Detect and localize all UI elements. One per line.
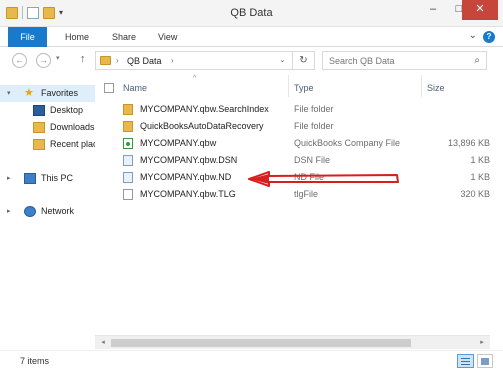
sidebar-item-downloads[interactable]: Downloads [0,119,95,136]
scroll-left-icon[interactable]: ◂ [97,337,109,349]
search-box[interactable]: ⌕ [322,51,487,70]
file-type: QuickBooks Company File [294,138,401,148]
file-size: 320 KB [460,189,490,199]
computer-icon [24,173,36,184]
breadcrumb-separator-icon[interactable]: › [171,56,174,65]
recent-locations-dropdown-icon[interactable]: ▾ [56,54,60,62]
vertical-scroll-area [490,75,503,335]
file-size: 13,896 KB [447,138,490,148]
file-size: 1 KB [470,172,490,182]
folder-icon [123,121,133,132]
large-icons-view-icon[interactable] [477,354,493,368]
sidebar-item-label: Network [41,206,75,216]
column-header-label: Name [123,83,148,93]
back-button[interactable]: ← [12,53,27,68]
up-button[interactable]: ↑ [80,53,86,65]
expand-chevron-icon[interactable]: ▸ [7,203,11,220]
column-divider[interactable] [421,75,422,97]
scrollbar-thumb[interactable] [111,339,411,347]
column-header-type[interactable]: Type [294,78,314,98]
sidebar-item-recent-places[interactable]: Recent places [0,136,95,153]
file-type: tlgFile [294,189,319,199]
sidebar-item-network[interactable]: ▸ Network [0,203,95,220]
address-history-dropdown-icon[interactable]: ⌄ [273,51,293,70]
expand-chevron-icon[interactable]: ▾ [7,85,11,102]
breadcrumb-qb-data[interactable]: QB Data [127,56,162,66]
file-list: Name ^ Type Size MYCOMPANY.qbw.SearchInd… [95,75,490,335]
file-type: ND File [294,172,325,182]
search-input[interactable] [323,52,463,69]
breadcrumb-separator-icon[interactable]: › [116,56,119,65]
star-icon: ★ [24,87,34,99]
select-all-checkbox[interactable] [104,83,114,93]
table-row[interactable]: MYCOMPANY.qbw QuickBooks Company File 13… [95,135,490,152]
search-icon[interactable]: ⌕ [474,55,480,66]
address-bar[interactable]: › QB Data › [95,51,293,70]
file-name: QuickBooksAutoDataRecovery [140,121,264,131]
sort-ascending-icon: ^ [193,75,197,82]
table-row[interactable]: MYCOMPANY.qbw.DSN DSN File 1 KB [95,152,490,169]
file-name: MYCOMPANY.qbw [140,138,217,148]
file-type: File folder [294,104,334,114]
ribbon: File Home Share View ⌄ ? [0,27,503,47]
tab-view[interactable]: View [158,30,177,44]
table-row[interactable]: MYCOMPANY.qbw.SearchIndex File folder [95,101,490,118]
table-row[interactable]: QuickBooksAutoDataRecovery File folder [95,118,490,135]
column-header-name[interactable]: Name [123,78,147,98]
table-row[interactable]: MYCOMPANY.qbw.ND ND File 1 KB [95,169,490,186]
column-divider[interactable] [288,75,289,97]
minimize-button[interactable]: – [420,0,446,20]
quickbooks-file-icon [123,138,133,149]
sidebar-item-label: This PC [41,173,74,183]
forward-button[interactable]: → [36,53,51,68]
horizontal-scrollbar[interactable]: ◂ ▸ [95,335,490,349]
file-size: 1 KB [470,155,490,165]
scroll-right-icon[interactable]: ▸ [476,337,488,349]
expand-ribbon-chevron-icon[interactable]: ⌄ [469,30,477,41]
status-bar: 7 items [0,350,503,372]
item-count: 7 items [20,356,50,366]
file-name: MYCOMPANY.qbw.TLG [140,189,236,199]
file-type: File folder [294,121,334,131]
column-header-size[interactable]: Size [427,78,445,98]
tab-share[interactable]: Share [112,30,136,44]
file-name: MYCOMPANY.qbw.SearchIndex [140,104,269,114]
downloads-icon [33,122,45,133]
sidebar-item-this-pc[interactable]: ▸ This PC [0,170,95,187]
navigation-pane: ▾ ★ Favorites Desktop Downloads Recent p… [0,75,95,350]
dsn-file-icon [123,155,133,166]
sidebar-item-label: Desktop [50,105,84,115]
sidebar-item-desktop[interactable]: Desktop [0,102,95,119]
title-bar: ▾ QB Data – □ ✕ [0,0,503,27]
sidebar-item-label: Recent places [50,139,95,149]
tlg-file-icon [123,189,133,200]
file-name: MYCOMPANY.qbw.ND [140,172,232,182]
navigation-bar: ← → ▾ ↑ › QB Data › ⌄ ↻ ⌕ [0,48,503,73]
desktop-icon [33,105,45,116]
window-bottom-edge [0,372,503,379]
network-icon [24,206,36,217]
folder-icon [123,104,133,115]
close-button[interactable]: ✕ [462,0,498,20]
sidebar-item-label: Downloads [50,122,95,132]
table-row[interactable]: MYCOMPANY.qbw.TLG tlgFile 320 KB [95,186,490,203]
expand-chevron-icon[interactable]: ▸ [7,170,11,187]
help-icon[interactable]: ? [483,31,495,43]
file-type: DSN File [294,155,331,165]
nd-file-icon [123,172,133,183]
details-view-icon[interactable] [457,354,474,368]
tab-home[interactable]: Home [65,30,89,44]
folder-icon [100,56,111,65]
sidebar-item-label: Favorites [41,88,79,98]
sidebar-item-favorites[interactable]: ▾ ★ Favorites [0,85,95,102]
refresh-button[interactable]: ↻ [293,51,315,70]
tab-file[interactable]: File [8,27,47,47]
file-name: MYCOMPANY.qbw.DSN [140,155,238,165]
recent-places-icon [33,139,45,150]
